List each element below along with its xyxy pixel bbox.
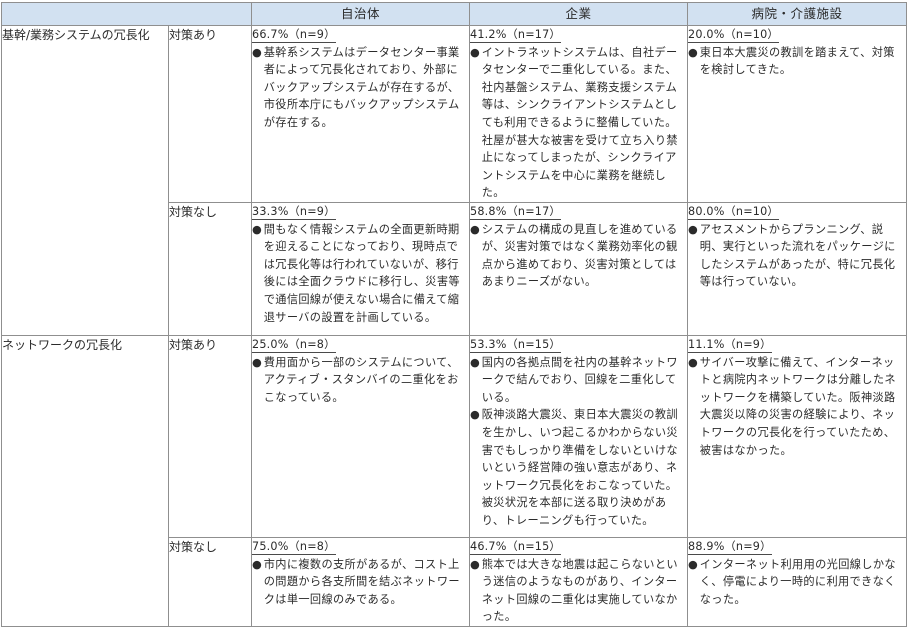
bullet-item: ● インターネット利用用の光回線しかなく、停電により一時的に利用できなくなった。 — [688, 557, 896, 606]
table-row: 基幹/業務システムの冗長化 対策あり 66.7%（n=9） ● 基幹系システムはデ… — [1, 25, 907, 336]
bullet-item: ● 市内に複数の支所があるが、コスト上の問題から各支所間を結ぶネットワークは単一回… — [252, 557, 460, 606]
table-cell: 25.0%（n=8） ● 費用面から一部のシステムについて、アクティブ・スタンバイ… — [251, 334, 470, 538]
stat-label: 46.7%（n=15） — [470, 539, 561, 555]
stat-label: 11.1%（n=9） — [688, 337, 772, 353]
row-category-network-redundancy: ネットワークの冗長化 — [1, 334, 169, 627]
row-label-measure-yes: 対策あり — [168, 25, 252, 203]
table-cell: 80.0%（n=10） ● アセスメントからプランニング、説明、実行といった流れを… — [687, 201, 907, 336]
row-category-system-redundancy: 基幹/業務システムの冗長化 — [1, 25, 169, 336]
table-cell: 58.8%（n=17） ● システムの構成の見直しを進めているが、災害対策ではなく… — [469, 201, 688, 336]
bullet-item: ● システムの構成の見直しを進めているが、災害対策ではなく業務効率化の観点から進め… — [470, 222, 678, 289]
bullet-item: ● イントラネットシステムは、自社データセンターで二重化している。また、社内基盤シ… — [470, 45, 678, 200]
bullet-item: ● 国内の各拠点間を社内の基幹ネットワークで結んでおり、回線を二重化している。 — [470, 355, 678, 404]
row-label-measure-no: 対策なし — [168, 536, 252, 627]
row-label-measure-yes: 対策あり — [168, 334, 252, 538]
column-header-municipality: 自治体 — [251, 2, 470, 26]
header-row: 自治体 企業 病院・介護施設 — [1, 2, 907, 26]
table-cell: 88.9%（n=9） ● インターネット利用用の光回線しかなく、停電により一時的に… — [687, 536, 907, 627]
row-label-measure-no: 対策なし — [168, 201, 252, 336]
stat-label: 58.8%（n=17） — [470, 204, 561, 220]
stat-label: 33.3%（n=9） — [252, 204, 336, 220]
stat-label: 25.0%（n=8） — [252, 337, 336, 353]
bullet-item: ● 間もなく情報システムの全面更新時期を迎えることになっており、現時点では冗長化等… — [252, 222, 460, 324]
comparison-table: 自治体 企業 病院・介護施設 基幹/業務システムの冗長化 対策あり 66.7%（… — [1, 2, 907, 627]
stat-label: 80.0%（n=10） — [688, 204, 779, 220]
table-cell: 33.3%（n=9） ● 間もなく情報システムの全面更新時期を迎えることになってお… — [251, 201, 470, 336]
table-cell: 66.7%（n=9） ● 基幹系システムはデータセンター事業者によって冗長化されて… — [251, 25, 470, 203]
stat-label: 88.9%（n=9） — [688, 539, 772, 555]
table-cell: 75.0%（n=8） ● 市内に複数の支所があるが、コスト上の問題から各支所間を結… — [251, 536, 470, 627]
bullet-item: ● 費用面から一部のシステムについて、アクティブ・スタンバイの二重化をおこなってい… — [252, 355, 459, 404]
table-cell: 53.3%（n=15） ● 国内の各拠点間を社内の基幹ネットワークで結んでおり、回… — [469, 334, 688, 538]
table-cell: 20.0%（n=10） ● 東日本大震災の教訓を踏まえて、対策を検討してきた。 — [687, 25, 907, 203]
header-corner — [1, 2, 252, 26]
bullet-item: ● 阪神淡路大震災、東日本大震災の教訓を生かし、いつ起こるかわからない災害でもしっ… — [470, 408, 678, 527]
bullet-item: ● 基幹系システムはデータセンター事業者によって冗長化されており、外部にバックアッ… — [252, 45, 460, 129]
column-header-company: 企業 — [469, 2, 688, 26]
stat-label: 75.0%（n=8） — [252, 539, 336, 555]
stat-label: 66.7%（n=9） — [252, 28, 336, 43]
column-header-hospital: 病院・介護施設 — [687, 2, 907, 26]
stat-label: 41.2%（n=17） — [470, 28, 561, 43]
bullet-item: ● アセスメントからプランニング、説明、実行といった流れをパッケージにしたシステム… — [688, 222, 896, 289]
table-row: ネットワークの冗長化 対策あり 25.0%（n=8） ● 費用面から一部のシステム… — [1, 334, 907, 627]
stat-label: 53.3%（n=15） — [470, 337, 561, 353]
table-cell: 11.1%（n=9） ● サイバー攻撃に備えて、インターネットと病院内ネットワーク… — [687, 334, 907, 538]
table-cell: 41.2%（n=17） ● イントラネットシステムは、自社データセンターで二重化し… — [469, 25, 688, 203]
table-cell: 46.7%（n=15） ● 熊本では大きな地震は起こらないという迷信のようなものが… — [469, 536, 688, 627]
bullet-item: ● 熊本では大きな地震は起こらないという迷信のようなものがあり、インターネット回線… — [470, 557, 678, 624]
bullet-item: ● サイバー攻撃に備えて、インターネットと病院内ネットワークは分離したネットワーク… — [688, 355, 896, 457]
stat-label: 20.0%（n=10） — [688, 28, 779, 43]
bullet-item: ● 東日本大震災の教訓を踏まえて、対策を検討してきた。 — [688, 45, 895, 77]
